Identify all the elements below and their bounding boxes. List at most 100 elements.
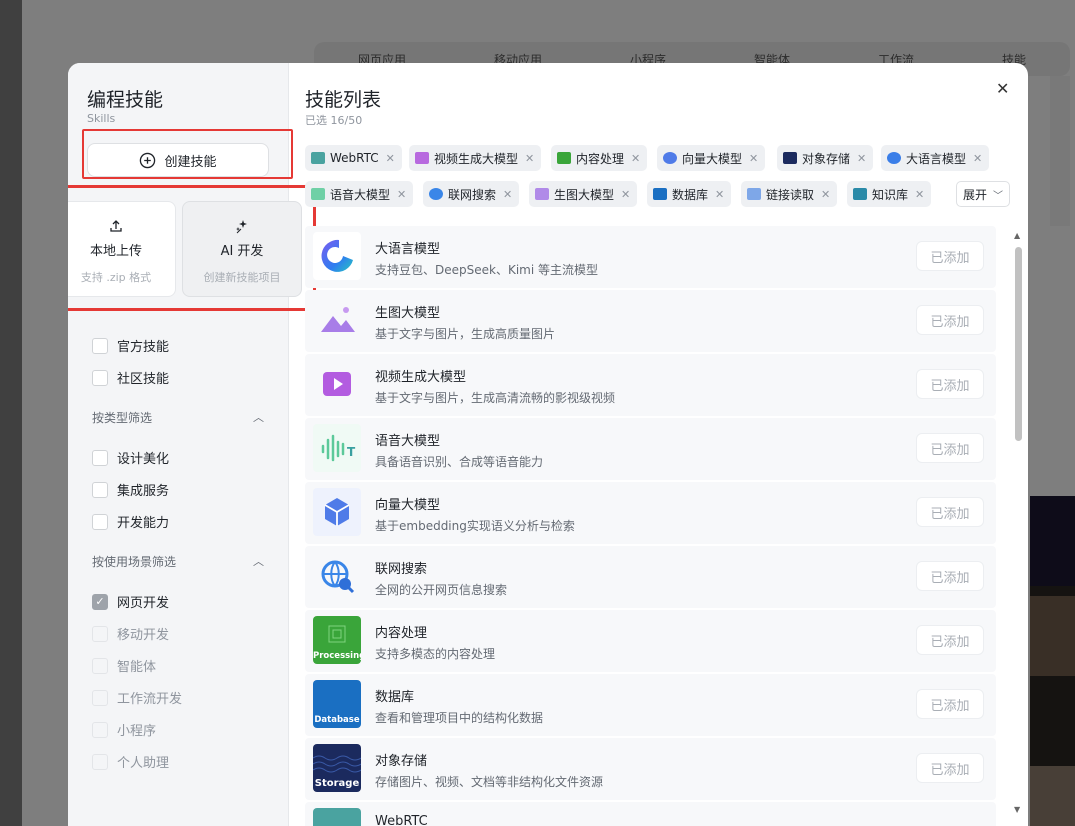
filter-label: 移动开发: [117, 628, 170, 643]
checkbox[interactable]: [92, 449, 108, 466]
added-button[interactable]: 已添加: [916, 689, 984, 719]
video-icon: [313, 360, 361, 408]
checkbox[interactable]: [92, 337, 108, 354]
close-icon[interactable]: ✕: [621, 188, 630, 201]
list-item[interactable]: 联网搜索 全网的公开网页信息搜索 已添加: [305, 546, 996, 608]
scroll-down-icon[interactable]: ▼: [1014, 805, 1020, 814]
list-item[interactable]: 视频生成大模型 基于文字与图片，生成高清流畅的影视级视频 已添加: [305, 354, 996, 416]
filter-integration[interactable]: 集成服务: [92, 480, 169, 499]
checkbox-checked[interactable]: ✓: [92, 593, 108, 610]
filter-mobile[interactable]: 移动开发: [92, 624, 169, 643]
list-item[interactable]: 大语言模型 支持豆包、DeepSeek、Kimi 等主流模型 已添加: [305, 226, 996, 288]
added-button[interactable]: 已添加: [916, 753, 984, 783]
checkbox[interactable]: [92, 657, 108, 674]
added-button[interactable]: 已添加: [916, 497, 984, 527]
checkbox[interactable]: [92, 689, 108, 706]
added-button[interactable]: 已添加: [916, 561, 984, 591]
processing-icon: [557, 152, 571, 164]
list-item[interactable]: 向量大模型 基于embedding实现语义分析与检索 已添加: [305, 482, 996, 544]
close-icon[interactable]: ✕: [503, 188, 512, 201]
close-icon[interactable]: ✕: [386, 152, 395, 165]
checkbox[interactable]: [92, 369, 108, 386]
selected-chip[interactable]: 对象存储 ✕: [777, 145, 874, 171]
checkbox[interactable]: [92, 513, 108, 530]
filter-community[interactable]: 社区技能: [92, 368, 169, 387]
close-icon[interactable]: ✕: [973, 152, 982, 165]
added-button[interactable]: 已添加: [916, 305, 984, 335]
filter-label: 网页开发: [117, 596, 170, 611]
chip-label: 视频生成大模型: [434, 151, 519, 166]
scrollbar-thumb[interactable]: [1015, 247, 1022, 441]
selected-chip[interactable]: 内容处理 ✕: [551, 145, 648, 171]
selected-chip[interactable]: 数据库 ✕: [647, 181, 732, 207]
selected-chip[interactable]: 向量大模型 ✕: [657, 145, 766, 171]
webrtc-icon: [311, 152, 325, 164]
list-item[interactable]: Database 数据库 查看和管理项目中的结构化数据 已添加: [305, 674, 996, 736]
list-item[interactable]: Processing 内容处理 支持多模态的内容处理 已添加: [305, 610, 996, 672]
checkbox[interactable]: [92, 625, 108, 642]
filter-web[interactable]: ✓ 网页开发: [92, 592, 169, 611]
added-button[interactable]: 已添加: [916, 433, 984, 463]
svg-text:T: T: [347, 445, 356, 459]
voice-icon: [311, 188, 325, 200]
chip-label: 大语言模型: [906, 151, 967, 166]
video-icon: [415, 152, 429, 164]
skill-desc: 存储图片、视频、文档等非结构化文件资源: [375, 775, 604, 789]
list-item[interactable]: WebRTC: [305, 802, 996, 826]
close-icon[interactable]: ✕: [996, 79, 1009, 98]
scene-filter-group[interactable]: 按使用场景筛选 ︿: [92, 553, 264, 570]
close-icon[interactable]: ✕: [857, 152, 866, 165]
skill-name: 向量大模型: [375, 498, 441, 513]
close-icon[interactable]: ✕: [397, 188, 406, 201]
skill-name: 内容处理: [375, 626, 428, 641]
sidebar-subtitle: Skills: [87, 112, 116, 125]
skill-desc: 基于文字与图片，生成高质量图片: [375, 327, 556, 341]
filter-miniprogram[interactable]: 小程序: [92, 720, 156, 739]
scrollbar[interactable]: ▲ ▼: [1014, 231, 1023, 821]
selected-chip[interactable]: 知识库 ✕: [847, 181, 932, 207]
selected-chip[interactable]: 链接读取 ✕: [741, 181, 838, 207]
filter-label: 小程序: [117, 724, 157, 739]
filter-dev[interactable]: 开发能力: [92, 512, 169, 531]
chip-label: 知识库: [872, 187, 909, 202]
filter-workflow[interactable]: 工作流开发: [92, 688, 182, 707]
close-icon[interactable]: ✕: [525, 152, 534, 165]
close-icon[interactable]: ✕: [631, 152, 640, 165]
webrtc-icon: [313, 808, 361, 826]
group-title: 按类型筛选: [92, 411, 153, 425]
close-icon[interactable]: ✕: [715, 188, 724, 201]
filter-design[interactable]: 设计美化: [92, 448, 169, 467]
skill-name: 语音大模型: [375, 434, 441, 449]
selected-chip[interactable]: 语音大模型 ✕: [305, 181, 414, 207]
filter-agent[interactable]: 智能体: [92, 656, 156, 675]
checkbox[interactable]: [92, 721, 108, 738]
skill-desc: 全网的公开网页信息搜索: [375, 583, 508, 597]
added-button[interactable]: 已添加: [916, 241, 984, 271]
expand-dropdown[interactable]: 展开 ﹀: [956, 181, 1010, 207]
skill-desc: 具备语音识别、合成等语音能力: [375, 455, 544, 469]
checkbox[interactable]: [92, 753, 108, 770]
skill-desc: 基于文字与图片，生成高清流畅的影视级视频: [375, 391, 616, 405]
added-button[interactable]: 已添加: [916, 369, 984, 399]
close-icon[interactable]: ✕: [749, 152, 758, 165]
selected-chip[interactable]: 视频生成大模型 ✕: [409, 145, 542, 171]
selected-chip[interactable]: WebRTC ✕: [305, 145, 402, 171]
selected-chip[interactable]: 联网搜索 ✕: [423, 181, 520, 207]
selected-chip[interactable]: 生图大模型 ✕: [529, 181, 638, 207]
list-item[interactable]: T 语音大模型 具备语音识别、合成等语音能力 已添加: [305, 418, 996, 480]
skill-name: 对象存储: [375, 754, 428, 769]
close-icon[interactable]: ✕: [915, 188, 924, 201]
type-filter-group[interactable]: 按类型筛选 ︿: [92, 409, 264, 426]
skill-name: 生图大模型: [375, 306, 441, 321]
close-icon[interactable]: ✕: [821, 188, 830, 201]
list-item[interactable]: 生图大模型 基于文字与图片，生成高质量图片 已添加: [305, 290, 996, 352]
selected-chip[interactable]: 大语言模型 ✕: [881, 145, 990, 171]
checkbox[interactable]: [92, 481, 108, 498]
highlight-box: [68, 185, 316, 311]
filter-assistant[interactable]: 个人助理: [92, 752, 169, 771]
added-button[interactable]: 已添加: [916, 625, 984, 655]
search-globe-icon: [429, 188, 443, 200]
scroll-up-icon[interactable]: ▲: [1014, 231, 1020, 240]
filter-official[interactable]: 官方技能: [92, 336, 169, 355]
list-item[interactable]: Storage 对象存储 存储图片、视频、文档等非结构化文件资源 已添加: [305, 738, 996, 800]
